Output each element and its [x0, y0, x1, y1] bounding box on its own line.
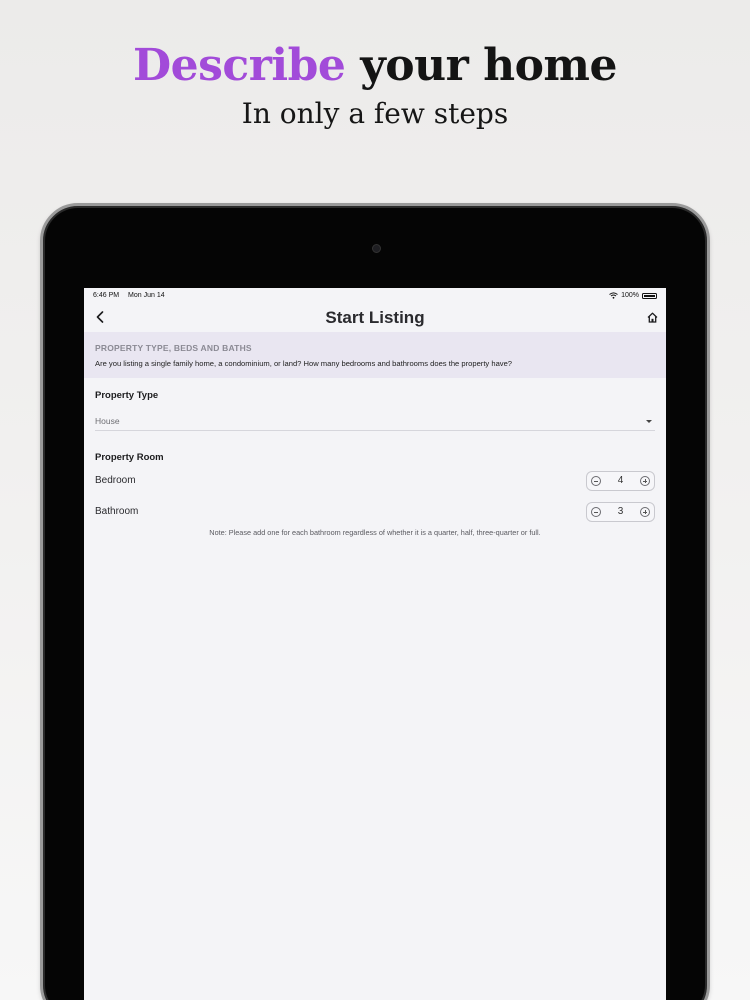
nav-bar: Start Listing [84, 303, 666, 332]
bedroom-label: Bedroom [95, 475, 136, 486]
banner-title: PROPERTY TYPE, BEDS AND BATHS [95, 343, 252, 353]
headline-rest: your home [345, 40, 617, 91]
bathroom-decrement-button[interactable] [591, 506, 601, 517]
app-screen: 6:46 PM Mon Jun 14 100% Start Listing PR… [84, 288, 666, 1000]
home-icon [647, 312, 657, 323]
bedroom-row: Bedroom 4 [95, 470, 655, 491]
property-type-value: House [95, 416, 120, 426]
property-type-select[interactable]: House [95, 416, 655, 431]
bathroom-row: Bathroom 3 [95, 501, 655, 522]
property-room-label: Property Room [95, 452, 164, 463]
bedroom-stepper: 4 [586, 470, 655, 491]
page-title: Start Listing [325, 307, 425, 327]
form-section: Property Type House Property Room Bedroo… [84, 390, 666, 537]
home-button[interactable] [644, 308, 660, 326]
camera-icon [372, 244, 381, 253]
battery-icon [642, 292, 657, 299]
back-button[interactable] [92, 308, 108, 326]
promo-headline: Describe your home [0, 40, 750, 91]
chevron-left-icon [96, 311, 104, 323]
battery-percent: 100% [621, 292, 639, 299]
banner-description: Are you listing a single family home, a … [95, 359, 513, 368]
status-time: 6:46 PM [93, 292, 120, 299]
status-right: 100% [609, 292, 657, 299]
bedroom-count: 4 [617, 475, 624, 486]
bedroom-decrement-button[interactable] [591, 475, 601, 486]
step-banner: PROPERTY TYPE, BEDS AND BATHS Are you li… [84, 332, 666, 378]
bathroom-stepper: 3 [586, 501, 655, 522]
bathroom-label: Bathroom [95, 506, 139, 517]
headline-accent: Describe [133, 40, 346, 91]
dropdown-arrow-icon [646, 420, 652, 423]
bathroom-count: 3 [617, 506, 624, 517]
status-bar: 6:46 PM Mon Jun 14 100% [84, 288, 666, 303]
promo-subline: In only a few steps [241, 97, 509, 130]
tablet-frame: 6:46 PM Mon Jun 14 100% Start Listing PR… [40, 203, 710, 1000]
bedroom-increment-button[interactable] [640, 475, 650, 486]
property-type-label: Property Type [95, 390, 159, 401]
bathroom-increment-button[interactable] [640, 506, 650, 517]
status-date: Mon Jun 14 [128, 292, 165, 299]
status-left: 6:46 PM Mon Jun 14 [93, 292, 172, 299]
wifi-icon [609, 292, 618, 299]
bathroom-note: Note: Please add one for each bathroom r… [209, 528, 541, 537]
